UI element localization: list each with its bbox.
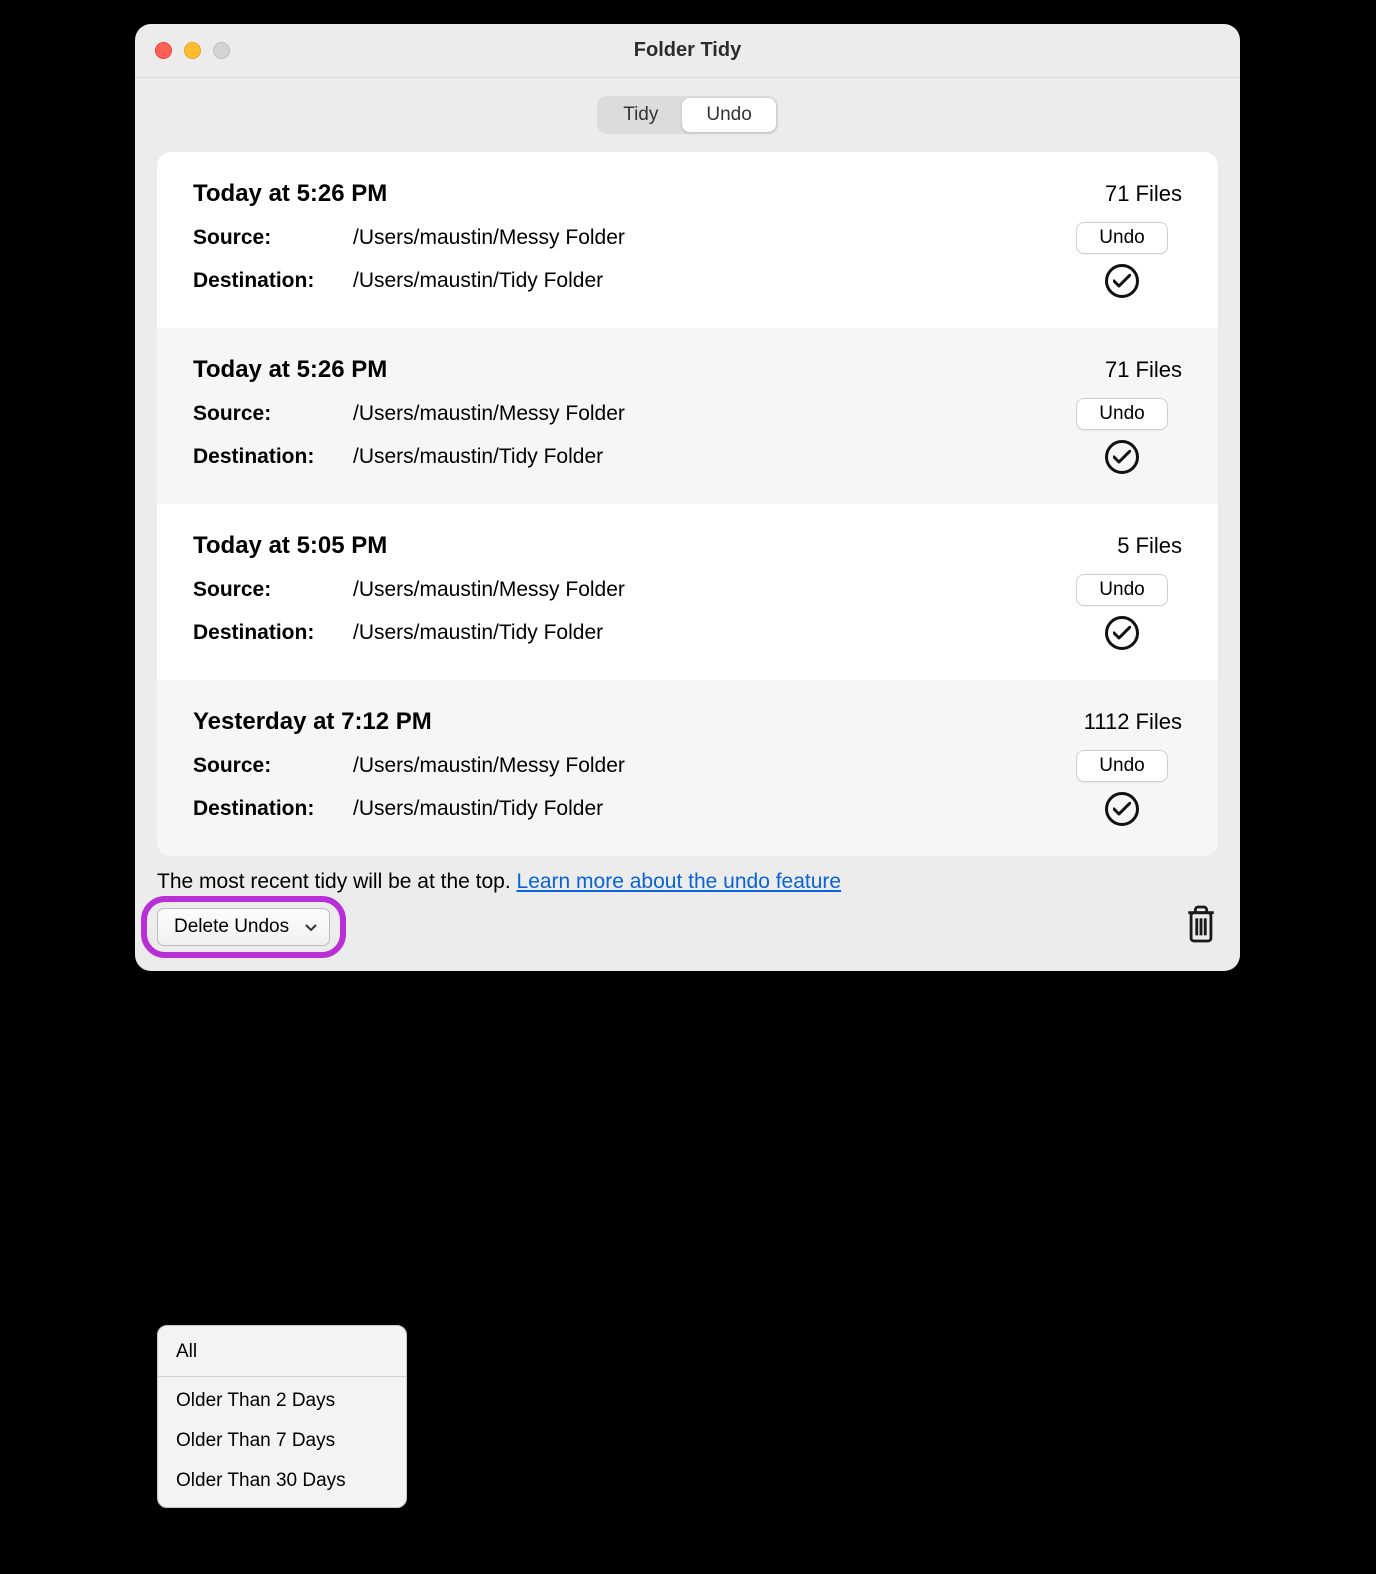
list-item: Today at 5:05 PM 5 Files Source: /Users/… <box>157 504 1218 680</box>
titlebar: Folder Tidy <box>135 24 1240 78</box>
trash-icon <box>1184 904 1218 944</box>
window-title: Folder Tidy <box>135 39 1240 62</box>
destination-label: Destination: <box>193 797 353 821</box>
undo-button[interactable]: Undo <box>1076 574 1167 606</box>
tab-undo[interactable]: Undo <box>682 98 775 132</box>
entry-time: Today at 5:26 PM <box>193 356 387 384</box>
source-label: Source: <box>193 578 353 602</box>
source-path: /Users/maustin/Messy Folder <box>353 226 1062 250</box>
list-item: Today at 5:26 PM 71 Files Source: /Users… <box>157 152 1218 328</box>
entry-file-count: 71 Files <box>1105 357 1182 383</box>
chevron-down-icon <box>305 916 317 938</box>
menu-separator <box>158 1376 406 1377</box>
destination-path: /Users/maustin/Tidy Folder <box>353 269 1062 293</box>
undo-button[interactable]: Undo <box>1076 750 1167 782</box>
footer-text: The most recent tidy will be at the top. <box>157 870 517 893</box>
menu-item-older-7[interactable]: Older Than 7 Days <box>158 1421 406 1461</box>
delete-undos-label: Delete Undos <box>174 916 289 937</box>
source-path: /Users/maustin/Messy Folder <box>353 578 1062 602</box>
undo-button[interactable]: Undo <box>1076 222 1167 254</box>
trash-button[interactable] <box>1184 904 1218 949</box>
entry-file-count: 5 Files <box>1117 533 1182 559</box>
footer: The most recent tidy will be at the top.… <box>135 856 1240 971</box>
source-path: /Users/maustin/Messy Folder <box>353 754 1062 778</box>
app-window: Folder Tidy Tidy Undo Today at 5:26 PM 7… <box>135 24 1240 971</box>
delete-undos-wrap: Delete Undos <box>157 908 330 946</box>
content: Tidy Undo Today at 5:26 PM 71 Files Sour… <box>135 78 1240 856</box>
destination-label: Destination: <box>193 445 353 469</box>
entry-time: Today at 5:26 PM <box>193 180 387 208</box>
checkmark-icon <box>1105 440 1139 474</box>
tab-tidy[interactable]: Tidy <box>599 98 682 132</box>
entry-time: Yesterday at 7:12 PM <box>193 708 432 736</box>
destination-label: Destination: <box>193 269 353 293</box>
source-label: Source: <box>193 402 353 426</box>
segmented-control: Tidy Undo <box>597 96 778 134</box>
menu-item-older-2[interactable]: Older Than 2 Days <box>158 1381 406 1421</box>
checkmark-icon <box>1105 616 1139 650</box>
source-path: /Users/maustin/Messy Folder <box>353 402 1062 426</box>
destination-path: /Users/maustin/Tidy Folder <box>353 797 1062 821</box>
source-label: Source: <box>193 754 353 778</box>
menu-item-older-30[interactable]: Older Than 30 Days <box>158 1461 406 1501</box>
delete-undos-select[interactable]: Delete Undos <box>157 908 330 946</box>
tab-bar: Tidy Undo <box>157 96 1218 134</box>
checkmark-icon <box>1105 264 1139 298</box>
undo-list: Today at 5:26 PM 71 Files Source: /Users… <box>157 152 1218 856</box>
menu-item-all[interactable]: All <box>158 1332 406 1372</box>
entry-file-count: 1112 Files <box>1084 709 1182 735</box>
source-label: Source: <box>193 226 353 250</box>
delete-undos-menu: All Older Than 2 Days Older Than 7 Days … <box>157 1325 407 1508</box>
checkmark-icon <box>1105 792 1139 826</box>
learn-more-link[interactable]: Learn more about the undo feature <box>517 870 842 893</box>
destination-label: Destination: <box>193 621 353 645</box>
undo-button[interactable]: Undo <box>1076 398 1167 430</box>
entry-file-count: 71 Files <box>1105 181 1182 207</box>
list-item: Yesterday at 7:12 PM 1112 Files Source: … <box>157 680 1218 856</box>
destination-path: /Users/maustin/Tidy Folder <box>353 621 1062 645</box>
entry-time: Today at 5:05 PM <box>193 532 387 560</box>
destination-path: /Users/maustin/Tidy Folder <box>353 445 1062 469</box>
list-item: Today at 5:26 PM 71 Files Source: /Users… <box>157 328 1218 504</box>
